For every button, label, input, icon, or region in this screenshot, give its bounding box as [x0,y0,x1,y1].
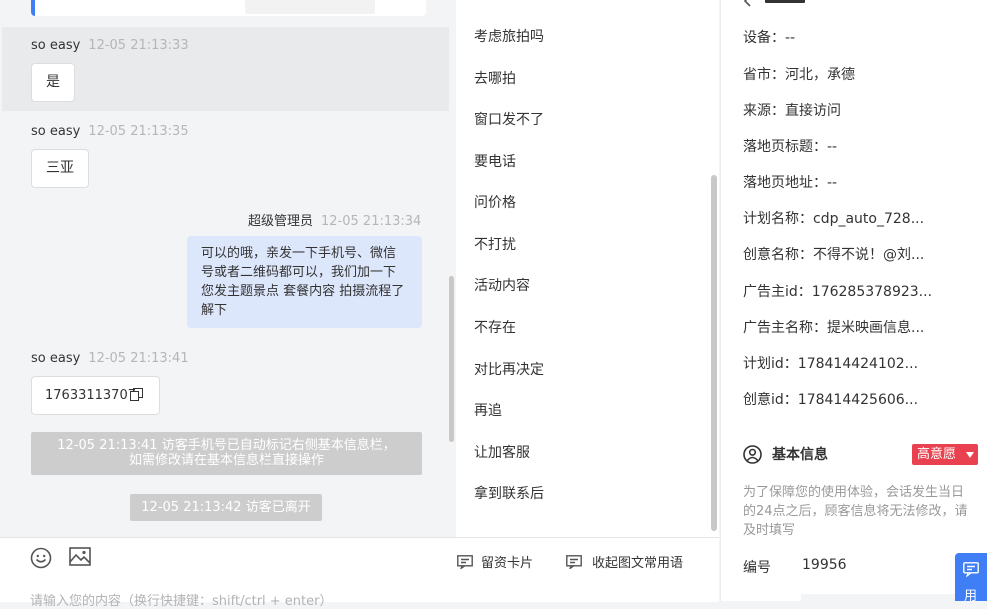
chat-icon [963,562,979,577]
basic-info-title: 基本信息 [772,447,828,463]
floating-service-button[interactable]: 用 [955,553,987,604]
info-row-plan-name: 计划名称：cdp_auto_728... [743,211,925,227]
composer: 留资卡片 收起图文常用语 请输入您的内容（换行快捷键：shift/ctrl + … [0,537,719,609]
quick-reply-panel: 考虑旅拍吗 去哪拍 窗口发不了 要电话 问价格 不打扰 活动内容 不存在 对比再… [456,0,719,537]
message-bubble: 是 [31,63,75,102]
message-time: 12-05 21:13:41 [88,351,189,366]
quick-reply-item[interactable]: 去哪拍 [474,68,516,88]
quick-reply-item[interactable]: 再追 [474,400,502,420]
system-notice-line: 12-05 21:13:41 访客手机号已自动标记右侧基本信息栏， [57,438,396,453]
info-row-landing-title: 落地页标题：-- [743,139,838,155]
system-notice-line: 如需修改请在基本信息栏直接操作 [128,453,324,468]
edit-notice: 为了保障您的使用体验，会话发生当日的24点之后，顾客信息将无法修改，请及时填写 [743,485,968,538]
visitor-info-panel: 设备：-- 省市：河北，承德 来源：直接访问 落地页标题：-- 落地页地址：--… [720,0,987,601]
next-field-partial [801,594,961,601]
info-row-plan-id: 计划id：178414424102... [743,356,919,372]
info-section-icon [743,0,751,7]
message-meta: 超级管理员 12-05 21:13:34 [248,210,421,229]
system-notice: 12-05 21:13:41 访客手机号已自动标记右侧基本信息栏， 如需修改请在… [31,432,422,475]
message-time: 12-05 21:13:35 [88,124,189,139]
quick-reply-item[interactable]: 让加客服 [474,442,530,462]
quick-reply-item[interactable]: 拿到联系后 [474,483,544,503]
card-icon [457,555,473,571]
card-message-partial [31,0,426,16]
quick-reply-item[interactable]: 活动内容 [474,275,530,295]
collapse-phrases-label: 收起图文常用语 [592,556,684,571]
message-bubble: 三亚 [31,149,89,188]
lead-card-label: 留资卡片 [481,556,534,571]
quick-reply-item[interactable]: 对比再决定 [474,359,544,379]
copy-icon[interactable] [130,388,143,401]
user-icon [743,445,762,464]
collapse-phrases-button[interactable]: 收起图文常用语 [566,552,683,571]
image-icon[interactable] [69,547,91,567]
message-time: 12-05 21:13:33 [88,38,189,53]
quick-reply-item[interactable]: 问价格 [474,192,516,212]
message-meta: so easy 12-05 21:13:41 [31,351,189,366]
quick-reply-item[interactable]: 考虑旅拍吗 [474,26,544,46]
sender-name: 超级管理员 [248,214,314,229]
message-icon [566,555,582,571]
quick-reply-item[interactable]: 不存在 [474,317,516,337]
info-row-region: 省市：河北，承德 [743,67,855,83]
quick-reply-item[interactable]: 要电话 [474,151,516,171]
intent-badge-label: 高意愿 [917,447,957,462]
info-row-landing-url: 落地页地址：-- [743,175,838,191]
sender-name: so easy [31,38,81,53]
intent-badge[interactable]: 高意愿 [912,444,978,465]
quick-reply-scrollbar[interactable] [711,175,717,531]
id-value: 19956 [802,557,847,573]
quick-reply-item[interactable]: 不打扰 [474,234,516,254]
message-time: 12-05 21:13:34 [321,214,422,229]
quick-reply-item[interactable]: 窗口发不了 [474,109,544,129]
message-meta: so easy 12-05 21:13:33 [31,38,189,53]
lead-card-button[interactable]: 留资卡片 [457,552,533,571]
message-meta: so easy 12-05 21:13:35 [31,124,189,139]
phone-number: 17633113707 [45,388,136,403]
phone-message-bubble: 17633113707 [31,376,160,415]
message-bubble-outgoing: 可以的哦，亲发一下手机号、微信号或者二维码都可以，我们加一下您发主题景点 套餐内… [187,236,422,328]
chat-panel: so easy 12-05 21:13:33 是 so easy 12-05 21:… [0,0,455,537]
info-row-device: 设备：-- [743,30,796,46]
floating-button-label: 用 [964,589,978,604]
visitor-left-notice: 12-05 21:13:42 访客已离开 [130,494,322,521]
id-label: 编号 [743,560,771,576]
info-row-advertiser-name: 广告主名称：提米映画信息... [743,320,925,336]
sender-name: so easy [31,124,81,139]
chat-scrollbar[interactable] [449,276,454,442]
info-row-creative-id: 创意id：178414425606... [743,392,919,408]
info-row-advertiser-id: 广告主id：176285378923... [743,284,933,300]
emoji-icon[interactable] [30,547,52,569]
sender-name: so easy [31,351,81,366]
info-row-creative-name: 创意名称：不得不说！@刘... [743,247,925,263]
section-title-partial [765,0,805,3]
message-input[interactable]: 请输入您的内容（换行快捷键：shift/ctrl + enter） [30,590,333,609]
info-row-source: 来源：直接访问 [743,103,841,119]
caret-down-icon [966,452,974,458]
